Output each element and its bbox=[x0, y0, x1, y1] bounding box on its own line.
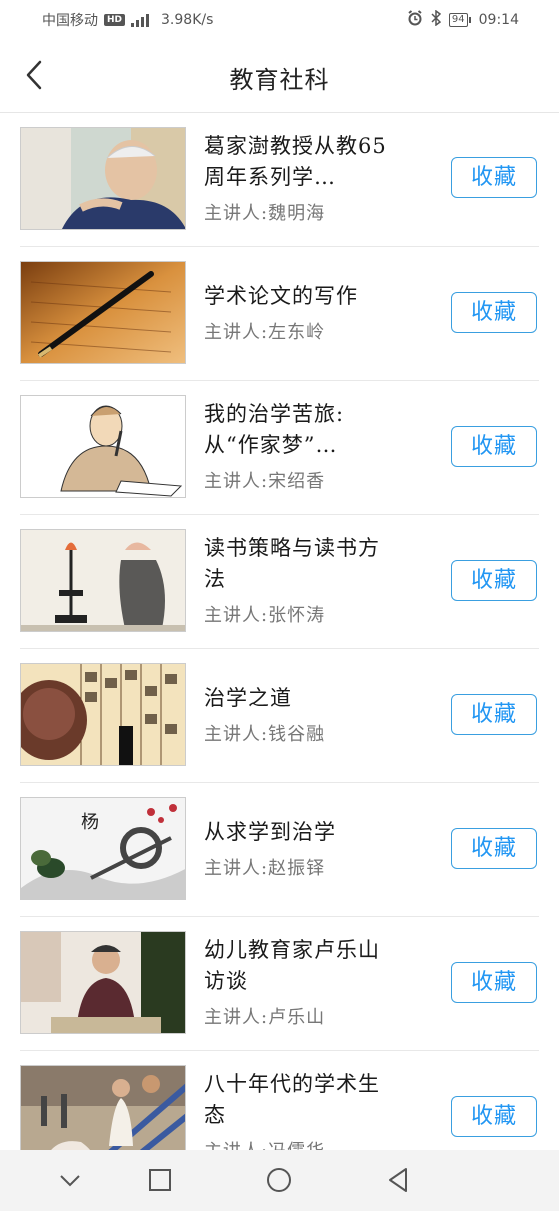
item-info: 葛家澍教授从教65周年系列学… 主讲人:魏明海 bbox=[204, 131, 394, 225]
svg-text:杨: 杨 bbox=[81, 812, 99, 833]
item-title: 学术论文的写作 bbox=[204, 284, 358, 308]
carrier-label: 中国移动 bbox=[42, 13, 98, 29]
network-speed: 3.98K/s bbox=[161, 12, 214, 28]
thumbnail-image bbox=[20, 395, 186, 498]
bluetooth-icon bbox=[431, 9, 442, 30]
favorite-button[interactable]: 收藏 bbox=[451, 828, 537, 869]
nav-recents-button[interactable] bbox=[144, 1164, 176, 1196]
item-title: 读书策略与读书方法 bbox=[204, 536, 380, 591]
item-info: 我的治学苦旅:从“作家梦”… 主讲人:宋绍香 bbox=[204, 399, 394, 493]
item-info: 从求学到治学 主讲人:赵振铎 bbox=[204, 817, 394, 880]
square-icon bbox=[149, 1169, 171, 1191]
system-nav-bar bbox=[0, 1150, 559, 1211]
page-title: 教育社科 bbox=[229, 66, 330, 94]
circle-icon bbox=[267, 1168, 291, 1192]
list-item[interactable]: 治学之道 主讲人:钱谷融 收藏 bbox=[0, 649, 559, 783]
chevron-down-icon bbox=[60, 1175, 80, 1187]
item-lecturer: 主讲人:宋绍香 bbox=[204, 471, 326, 492]
status-bar: 中国移动 HD 3.98K/s 94 09:14 bbox=[0, 0, 559, 38]
thumbnail-image bbox=[20, 529, 186, 632]
item-lecturer: 主讲人:冯儒华 bbox=[204, 1137, 394, 1150]
clock: 09:14 bbox=[478, 12, 519, 28]
item-title: 我的治学苦旅:从“作家梦”… bbox=[204, 402, 345, 457]
favorite-button[interactable]: 收藏 bbox=[451, 157, 537, 198]
nav-hide-button[interactable] bbox=[54, 1164, 86, 1196]
favorite-button[interactable]: 收藏 bbox=[451, 426, 537, 467]
lecture-list: 葛家澍教授从教65周年系列学… 主讲人:魏明海 收藏 学术论文的写作 主讲人:左… bbox=[0, 113, 559, 1150]
favorite-button[interactable]: 收藏 bbox=[451, 962, 537, 1003]
list-item[interactable]: 八十年代的学术生态 主讲人:冯儒华 收藏 bbox=[0, 1051, 559, 1150]
battery-icon: 94 bbox=[448, 13, 471, 27]
triangle-back-icon bbox=[389, 1168, 407, 1192]
list-item[interactable]: 读书策略与读书方法 主讲人:张怀涛 收藏 bbox=[0, 515, 559, 649]
nav-home-button[interactable] bbox=[263, 1164, 295, 1196]
list-item[interactable]: 幼儿教育家卢乐山访谈 主讲人:卢乐山 收藏 bbox=[0, 917, 559, 1051]
list-item[interactable]: 葛家澍教授从教65周年系列学… 主讲人:魏明海 收藏 bbox=[0, 113, 559, 247]
item-info: 幼儿教育家卢乐山访谈 主讲人:卢乐山 bbox=[204, 935, 394, 1029]
item-title: 幼儿教育家卢乐山访谈 bbox=[204, 938, 380, 993]
list-item[interactable]: 学术论文的写作 主讲人:左东岭 收藏 bbox=[0, 247, 559, 381]
favorite-button[interactable]: 收藏 bbox=[451, 1096, 537, 1137]
thumbnail-image bbox=[20, 1065, 186, 1150]
thumbnail-image bbox=[20, 127, 186, 230]
thumbnail-image bbox=[20, 261, 186, 364]
item-title: 八十年代的学术生态 bbox=[204, 1072, 380, 1127]
item-title: 从求学到治学 bbox=[204, 820, 336, 844]
battery-level: 94 bbox=[448, 13, 468, 27]
item-lecturer: 主讲人:张怀涛 bbox=[204, 605, 326, 626]
signal-icon bbox=[131, 13, 150, 27]
item-lecturer: 主讲人:左东岭 bbox=[204, 322, 326, 343]
item-lecturer: 主讲人:钱谷融 bbox=[204, 724, 326, 745]
list-item[interactable]: 我的治学苦旅:从“作家梦”… 主讲人:宋绍香 收藏 bbox=[0, 381, 559, 515]
thumbnail-image bbox=[20, 931, 186, 1034]
favorite-button[interactable]: 收藏 bbox=[451, 694, 537, 735]
item-lecturer: 主讲人:赵振铎 bbox=[204, 858, 326, 879]
item-lecturer: 主讲人:魏明海 bbox=[204, 203, 326, 224]
item-title: 治学之道 bbox=[204, 686, 292, 710]
item-info: 治学之道 主讲人:钱谷融 bbox=[204, 683, 394, 746]
alarm-icon bbox=[407, 10, 423, 30]
favorite-button[interactable]: 收藏 bbox=[451, 292, 537, 333]
thumbnail-image: 杨 bbox=[20, 797, 186, 900]
hd-icon: HD bbox=[104, 14, 126, 26]
app-header: 教育社科 bbox=[0, 38, 559, 113]
nav-back-button[interactable] bbox=[382, 1164, 414, 1196]
item-info: 八十年代的学术生态 主讲人:冯儒华 bbox=[204, 1069, 394, 1150]
favorite-button[interactable]: 收藏 bbox=[451, 560, 537, 601]
item-lecturer: 主讲人:卢乐山 bbox=[204, 1007, 326, 1028]
item-info: 学术论文的写作 主讲人:左东岭 bbox=[204, 281, 394, 344]
list-item[interactable]: 杨 从求学到治学 主讲人:赵振铎 收藏 bbox=[0, 783, 559, 917]
item-info: 读书策略与读书方法 主讲人:张怀涛 bbox=[204, 533, 394, 627]
item-title: 葛家澍教授从教65周年系列学… bbox=[204, 134, 387, 189]
thumbnail-image bbox=[20, 663, 186, 766]
